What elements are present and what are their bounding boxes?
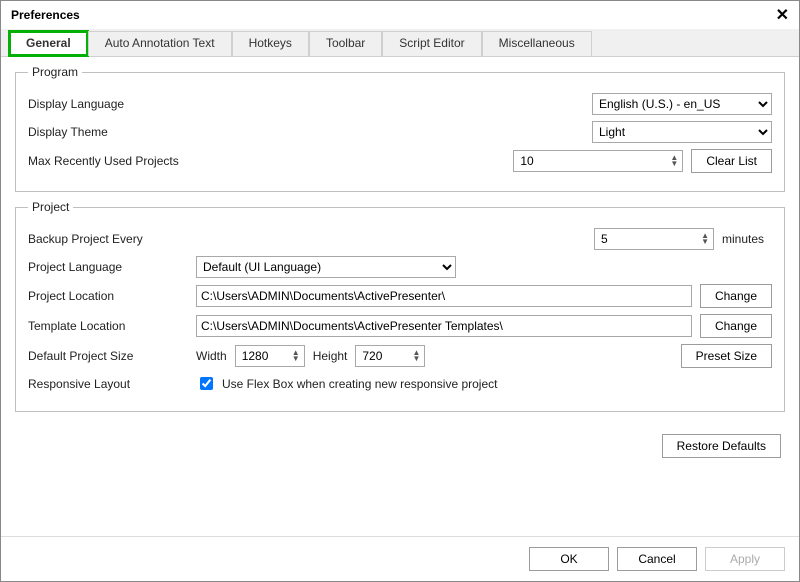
tab-auto-annotation[interactable]: Auto Annotation Text	[88, 31, 232, 56]
project-group: Project Backup Project Every ▲▼ minutes …	[15, 200, 785, 412]
backup-spinner[interactable]: ▲▼	[594, 228, 714, 250]
backup-label: Backup Project Every	[28, 232, 188, 246]
dialog-footer: OK Cancel Apply	[1, 536, 799, 581]
program-group: Program Display Language English (U.S.) …	[15, 65, 785, 192]
mru-spinner[interactable]: ▲▼	[513, 150, 683, 172]
backup-unit: minutes	[722, 232, 772, 246]
flexbox-checkbox-label: Use Flex Box when creating new responsiv…	[222, 377, 497, 391]
display-language-select[interactable]: English (U.S.) - en_US	[592, 93, 772, 115]
ok-button[interactable]: OK	[529, 547, 609, 571]
project-legend: Project	[28, 200, 73, 214]
mru-value[interactable]	[518, 153, 670, 169]
content-area: Program Display Language English (U.S.) …	[1, 57, 799, 536]
backup-value[interactable]	[599, 231, 701, 247]
apply-button[interactable]: Apply	[705, 547, 785, 571]
project-language-select[interactable]: Default (UI Language)	[196, 256, 456, 278]
tab-miscellaneous[interactable]: Miscellaneous	[482, 31, 592, 56]
close-icon[interactable]: ✕	[776, 5, 789, 25]
spinner-icon[interactable]: ▲▼	[670, 155, 678, 167]
default-size-label: Default Project Size	[28, 349, 188, 363]
project-location-input[interactable]	[196, 285, 692, 307]
restore-defaults-button[interactable]: Restore Defaults	[662, 434, 781, 458]
tab-toolbar[interactable]: Toolbar	[309, 31, 382, 56]
height-value[interactable]	[360, 348, 412, 364]
template-location-input[interactable]	[196, 315, 692, 337]
tab-hotkeys[interactable]: Hotkeys	[232, 31, 309, 56]
project-language-label: Project Language	[28, 260, 188, 274]
spinner-icon[interactable]: ▲▼	[292, 350, 300, 362]
display-theme-label: Display Theme	[28, 125, 188, 139]
flexbox-checkbox[interactable]	[200, 377, 213, 390]
spinner-icon[interactable]: ▲▼	[412, 350, 420, 362]
display-theme-select[interactable]: Light	[592, 121, 772, 143]
cancel-button[interactable]: Cancel	[617, 547, 697, 571]
spinner-icon[interactable]: ▲▼	[701, 233, 709, 245]
tab-general[interactable]: General	[9, 31, 88, 56]
mru-label: Max Recently Used Projects	[28, 154, 228, 168]
titlebar: Preferences ✕	[1, 1, 799, 29]
flexbox-checkbox-row[interactable]: Use Flex Box when creating new responsiv…	[196, 374, 497, 393]
project-location-change-button[interactable]: Change	[700, 284, 772, 308]
width-value[interactable]	[240, 348, 292, 364]
width-spinner[interactable]: ▲▼	[235, 345, 305, 367]
height-spinner[interactable]: ▲▼	[355, 345, 425, 367]
preset-size-button[interactable]: Preset Size	[681, 344, 772, 368]
responsive-layout-label: Responsive Layout	[28, 377, 188, 391]
program-legend: Program	[28, 65, 82, 79]
display-language-label: Display Language	[28, 97, 188, 111]
height-label: Height	[313, 349, 348, 363]
tab-script-editor[interactable]: Script Editor	[382, 31, 481, 56]
clear-list-button[interactable]: Clear List	[691, 149, 772, 173]
width-label: Width	[196, 349, 227, 363]
tab-bar: General Auto Annotation Text Hotkeys Too…	[1, 29, 799, 57]
window-title: Preferences	[11, 8, 80, 22]
preferences-window: Preferences ✕ General Auto Annotation Te…	[0, 0, 800, 582]
template-location-change-button[interactable]: Change	[700, 314, 772, 338]
template-location-label: Template Location	[28, 319, 188, 333]
project-location-label: Project Location	[28, 289, 188, 303]
